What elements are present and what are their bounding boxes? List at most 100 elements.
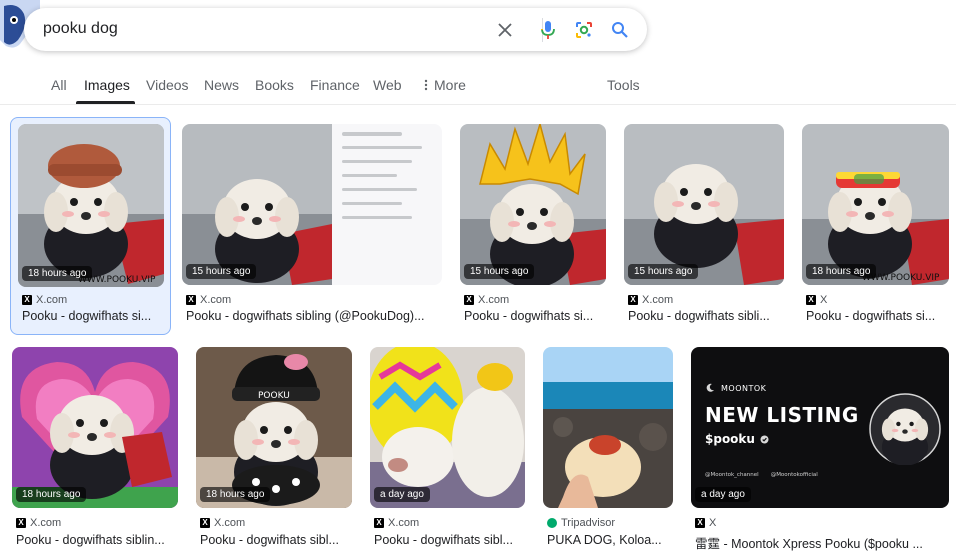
listing-ticker-label: $pooku [705, 432, 755, 446]
x-logo-icon: X [16, 518, 26, 528]
tripadvisor-logo-icon [547, 518, 557, 528]
tab-finance[interactable]: Finance [310, 77, 360, 93]
source-label: X.com [200, 294, 232, 306]
result-title[interactable]: Pooku - dogwifhats siblin... [16, 533, 178, 547]
microphone-icon[interactable] [537, 19, 559, 41]
tab-all[interactable]: All [51, 77, 67, 93]
image-result-card[interactable]: MOONTOK NEW LISTING $pooku @Moontok_chan… [691, 347, 949, 552]
tab-news[interactable]: News [204, 77, 239, 93]
result-source[interactable]: X X [806, 294, 827, 306]
x-logo-icon: X [464, 295, 474, 305]
x-logo-icon: X [186, 295, 196, 305]
source-label: X.com [642, 294, 674, 306]
image-result-card[interactable]: 15 hours ago X X.com Pooku - dogwifhats … [624, 124, 784, 334]
x-logo-icon: X [806, 295, 816, 305]
source-label: X.com [388, 517, 420, 529]
result-thumbnail[interactable]: 15 hours ago [182, 124, 442, 285]
time-badge: a day ago [374, 487, 430, 502]
result-source[interactable]: X X.com [22, 294, 67, 306]
result-thumbnail[interactable]: 18 hours ago [12, 347, 178, 508]
time-badge: 15 hours ago [464, 264, 535, 279]
image-result-card[interactable]: WWW.POOKU.VIP 18 hours ago X X.com Pooku… [10, 117, 171, 335]
source-label: X.com [478, 294, 510, 306]
time-badge: 18 hours ago [16, 487, 87, 502]
image-result-card[interactable]: POOKU 18 hours ago X X.com Pooku - dogwi… [196, 347, 352, 552]
image-result-card[interactable]: Tripadvisor PUKA DOG, Koloa... [543, 347, 673, 552]
result-title[interactable]: Pooku - dogwifhats si... [22, 309, 162, 323]
tools-button[interactable]: Tools [607, 77, 640, 93]
result-thumbnail[interactable]: MOONTOK NEW LISTING $pooku @Moontok_chan… [691, 347, 949, 508]
result-thumbnail[interactable]: WWW.POOKU.VIP 18 hours ago [18, 124, 164, 287]
listing-ticker: $pooku [705, 432, 769, 446]
lens-camera-icon[interactable] [573, 19, 595, 41]
tab-more[interactable]: More [424, 77, 466, 93]
result-title[interactable]: 雷霆 - Moontok Xpress Pooku ($pooku ... [695, 533, 949, 552]
time-badge: 18 hours ago [22, 266, 93, 281]
source-label: X.com [36, 294, 68, 306]
image-result-card[interactable]: 15 hours ago X X.com Pooku - dogwifhats … [460, 124, 606, 334]
result-title[interactable]: Pooku - dogwifhats sibl... [200, 533, 352, 547]
result-thumbnail[interactable]: POOKU 18 hours ago [196, 347, 352, 508]
source-label: X [709, 517, 717, 529]
x-logo-icon: X [374, 518, 384, 528]
result-thumbnail[interactable] [543, 347, 673, 508]
result-title[interactable]: Pooku - dogwifhats sibli... [628, 309, 784, 323]
more-vert-icon [424, 79, 428, 91]
result-title[interactable]: Pooku - dogwifhats si... [464, 309, 606, 323]
listing-dog-avatar [869, 393, 941, 465]
moontok-logo-icon [706, 383, 714, 392]
x-logo-icon: X [200, 518, 210, 528]
source-label: Tripadvisor [561, 517, 615, 529]
listing-headline: NEW LISTING [705, 403, 859, 427]
listing-handles: @Moontok_channel @Moontokofficial [705, 472, 818, 478]
image-result-card[interactable]: a day ago X X.com Pooku - dogwifhats sib… [370, 347, 525, 552]
result-source[interactable]: X X.com [374, 517, 419, 529]
image-result-card[interactable]: WWW.POOKU.VIP 18 hours ago X X Pooku - d… [802, 124, 949, 334]
tab-videos[interactable]: Videos [146, 77, 189, 93]
image-result-card[interactable]: 18 hours ago X X.com Pooku - dogwifhats … [12, 347, 178, 552]
time-badge: 15 hours ago [186, 264, 257, 279]
result-source[interactable]: X X.com [200, 517, 245, 529]
search-box[interactable]: pooku dog [24, 8, 647, 51]
search-tabs: All Images Videos News Books Finance Web… [0, 72, 956, 104]
result-source[interactable]: X X [695, 517, 716, 529]
source-label: X [820, 294, 828, 306]
time-badge: 18 hours ago [806, 264, 877, 279]
verified-badge-icon [760, 435, 769, 443]
result-source[interactable]: X X.com [464, 294, 509, 306]
search-icon[interactable] [609, 19, 631, 41]
clear-icon[interactable] [494, 19, 516, 41]
x-logo-icon: X [22, 295, 32, 305]
source-label: X.com [214, 517, 246, 529]
result-thumbnail[interactable]: WWW.POOKU.VIP 18 hours ago [802, 124, 949, 285]
result-source[interactable]: Tripadvisor [547, 517, 615, 529]
listing-brand-label: MOONTOK [721, 383, 767, 393]
source-label: X.com [30, 517, 62, 529]
result-thumbnail[interactable]: 15 hours ago [624, 124, 784, 285]
time-badge: 15 hours ago [628, 264, 699, 279]
listing-brand: MOONTOK [705, 383, 766, 393]
result-title[interactable]: Pooku - dogwifhats si... [806, 309, 949, 323]
time-badge: 18 hours ago [200, 487, 271, 502]
result-thumbnail[interactable]: a day ago [370, 347, 525, 508]
tab-images[interactable]: Images [84, 77, 130, 93]
result-thumbnail[interactable]: 15 hours ago [460, 124, 606, 285]
tabs-divider [0, 104, 956, 105]
tab-web[interactable]: Web [373, 77, 402, 93]
result-source[interactable]: X X.com [628, 294, 673, 306]
result-source[interactable]: X X.com [16, 517, 61, 529]
svg-text:POOKU: POOKU [258, 391, 290, 401]
listing-handle-2: @Moontokofficial [770, 472, 818, 478]
result-title[interactable]: Pooku - dogwifhats sibling (@PookuDog)..… [186, 309, 442, 323]
image-result-card[interactable]: 15 hours ago X X.com Pooku - dogwifhats … [182, 124, 442, 334]
tab-books[interactable]: Books [255, 77, 294, 93]
result-title[interactable]: PUKA DOG, Koloa... [547, 533, 673, 547]
x-logo-icon: X [628, 295, 638, 305]
time-badge: a day ago [695, 487, 751, 502]
tab-more-label: More [434, 77, 466, 93]
listing-handle-1: @Moontok_channel [705, 472, 759, 478]
result-title[interactable]: Pooku - dogwifhats sibl... [374, 533, 525, 547]
x-logo-icon: X [695, 518, 705, 528]
result-source[interactable]: X X.com [186, 294, 231, 306]
search-input[interactable]: pooku dog [43, 20, 118, 38]
